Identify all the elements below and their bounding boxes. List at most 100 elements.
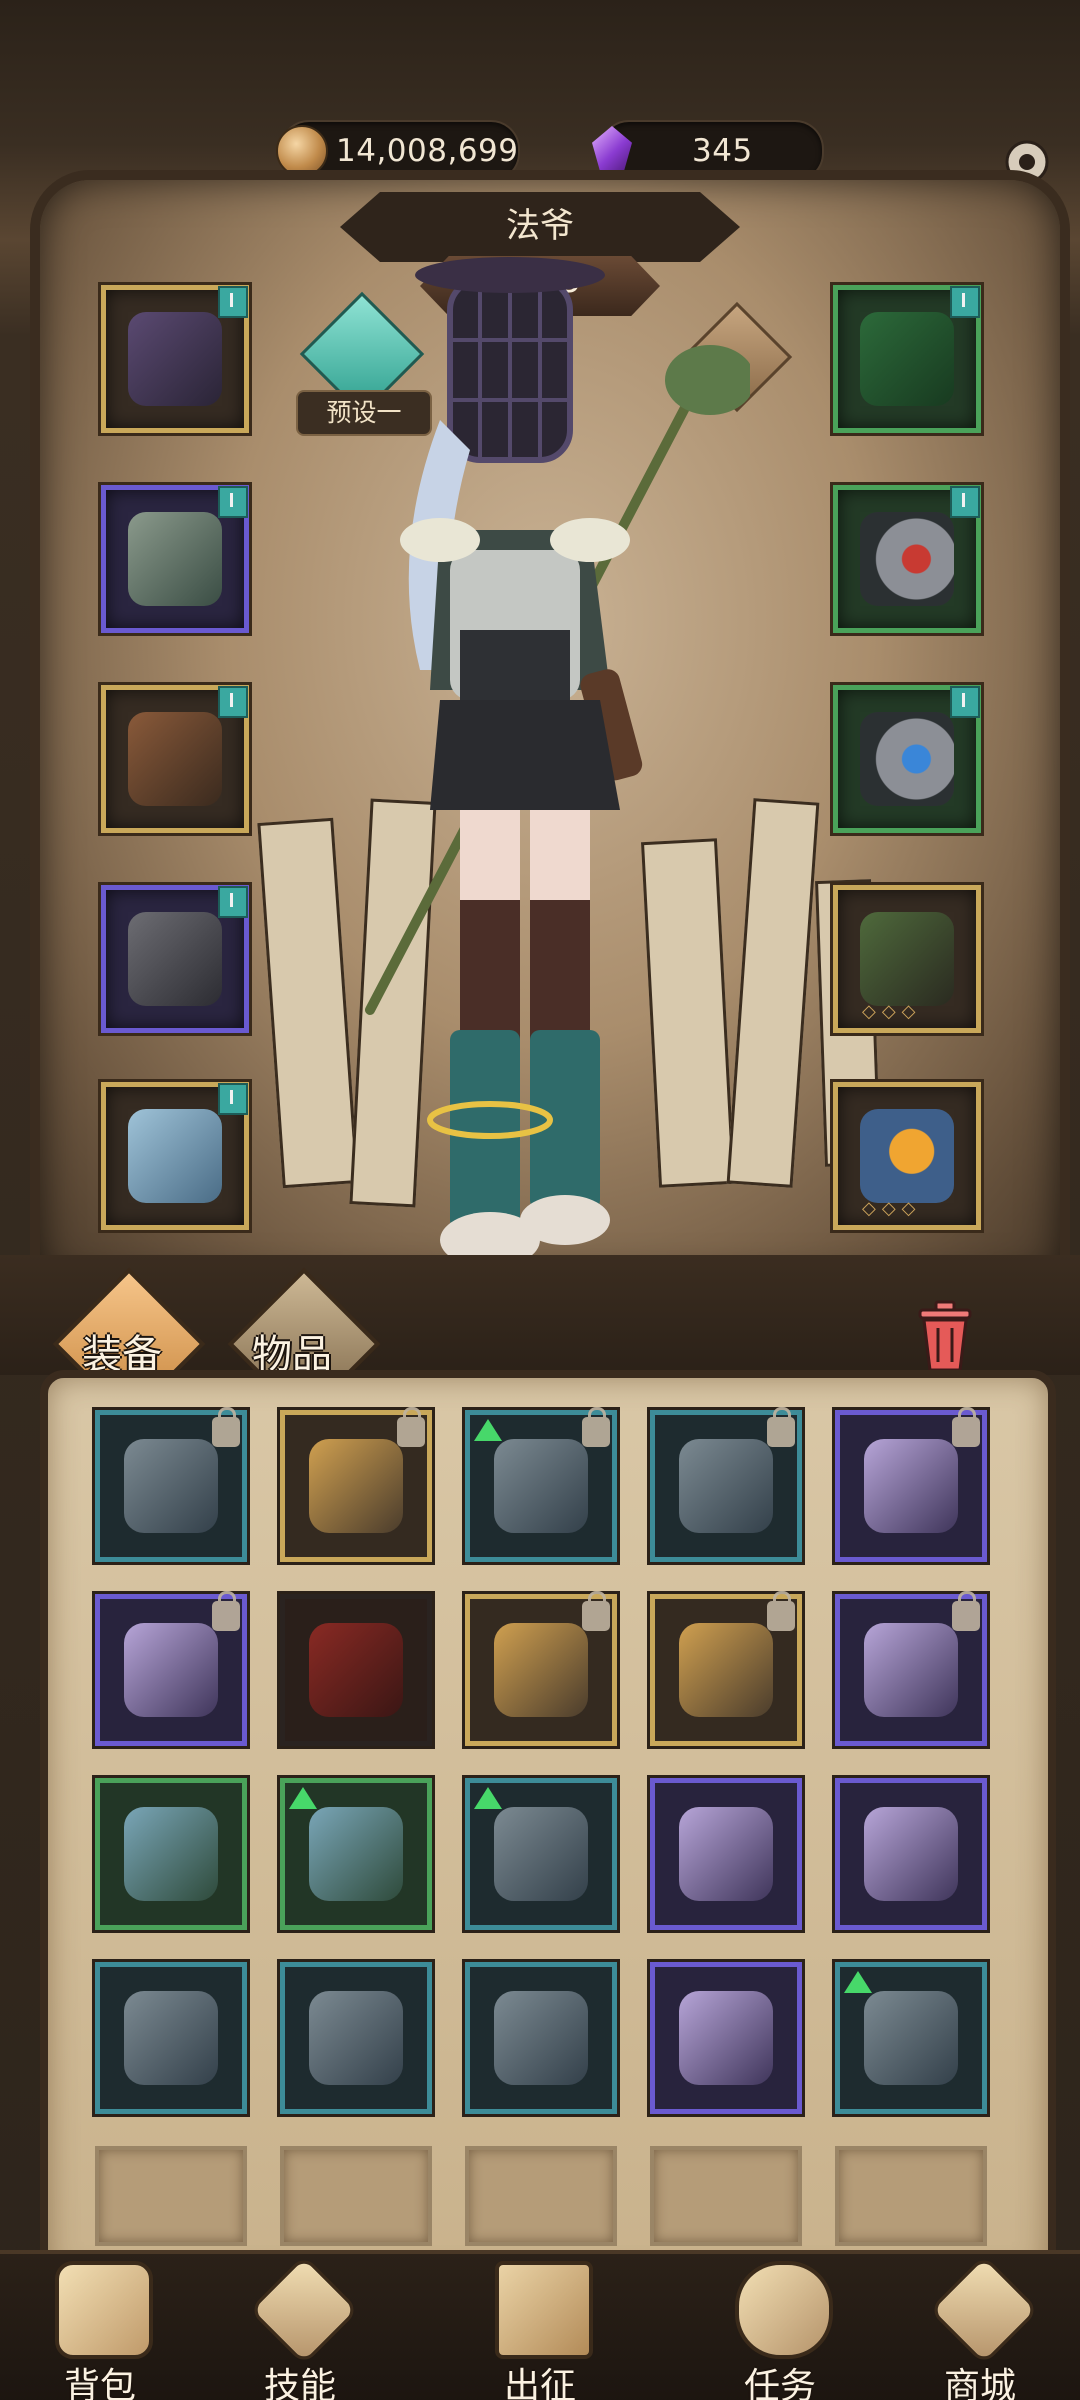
inventory-slot[interactable] bbox=[280, 1778, 432, 1930]
inventory-slot[interactable] bbox=[280, 1594, 432, 1746]
pearl-ring-icon bbox=[494, 1623, 588, 1717]
lock-icon bbox=[952, 1407, 980, 1447]
boots-icon bbox=[494, 1439, 588, 1533]
red-boots-icon bbox=[309, 1623, 403, 1717]
inventory-slot[interactable] bbox=[465, 1778, 617, 1930]
trash-icon[interactable] bbox=[912, 1300, 978, 1372]
worn-boots-icon bbox=[864, 1991, 958, 2085]
nav-skills-label: 技能 bbox=[263, 2366, 336, 2400]
equipped-flag-icon bbox=[218, 886, 248, 918]
staff-weapon-icon bbox=[860, 912, 954, 1006]
nav-shop-label: 商城 bbox=[943, 2366, 1016, 2400]
lock-icon bbox=[582, 1407, 610, 1447]
equip-slot-boots[interactable] bbox=[101, 1082, 249, 1230]
inventory-slot[interactable] bbox=[650, 1407, 802, 1562]
plated-greaves-icon bbox=[309, 1807, 403, 1901]
fur-boots-icon bbox=[128, 1109, 222, 1203]
equip-slot-weapon[interactable]: ◇◇◇ bbox=[833, 885, 981, 1033]
ring-blue-gem-icon bbox=[860, 712, 954, 806]
inventory-slot-empty[interactable] bbox=[650, 2146, 802, 2246]
fang-amulet-icon bbox=[494, 1991, 588, 2085]
inventory-slot[interactable] bbox=[465, 1407, 617, 1562]
lock-icon bbox=[212, 1407, 240, 1447]
nav-bag-label: 背包 bbox=[63, 2366, 136, 2400]
branch-staff-icon bbox=[309, 1991, 403, 2085]
corset-armor-icon bbox=[128, 512, 222, 606]
screen: 14,008,699 345 法爷 2545 预设一 bbox=[0, 0, 1080, 2400]
inventory-slot[interactable] bbox=[835, 1962, 987, 2114]
equipped-flag-icon bbox=[950, 286, 980, 318]
equipped-flag-icon bbox=[218, 1083, 248, 1115]
lock-icon bbox=[397, 1407, 425, 1447]
mirror-amulet-icon bbox=[124, 1807, 218, 1901]
nav-bag[interactable]: 背包 bbox=[10, 2255, 190, 2400]
inventory-slot[interactable] bbox=[280, 1407, 432, 1562]
inventory-slot-empty[interactable] bbox=[835, 2146, 987, 2246]
wolf-helmet-icon bbox=[494, 1807, 588, 1901]
equip-slot-ring-2[interactable] bbox=[833, 685, 981, 833]
rune-ring-icon bbox=[679, 1439, 773, 1533]
lock-icon bbox=[767, 1407, 795, 1447]
nav-skills[interactable]: 技能 bbox=[210, 2254, 390, 2400]
inventory-slot[interactable] bbox=[95, 1407, 247, 1562]
inventory-slot[interactable] bbox=[465, 1962, 617, 2114]
twin-gem-ring-icon bbox=[679, 1807, 773, 1901]
lock-icon bbox=[582, 1591, 610, 1631]
nav-battle-label: 出征 bbox=[503, 2366, 576, 2400]
mace-staff-icon bbox=[679, 1623, 773, 1717]
hero-name: 法爷 bbox=[506, 206, 574, 246]
equip-slot-necklace[interactable] bbox=[833, 285, 981, 433]
lantern-amulet-icon bbox=[864, 1439, 958, 1533]
iron-ring-icon bbox=[124, 1991, 218, 2085]
skill-tablet-icon bbox=[248, 2254, 360, 2366]
equip-slot-armor[interactable] bbox=[101, 485, 249, 633]
inventory-slot[interactable] bbox=[465, 1591, 617, 1746]
inventory-slot[interactable] bbox=[95, 1962, 247, 2114]
inventory-slot[interactable] bbox=[835, 1591, 987, 1746]
equip-slot-pants[interactable] bbox=[101, 885, 249, 1033]
upgrade-arrow-icon bbox=[474, 1787, 502, 1809]
inventory-slot-empty[interactable] bbox=[95, 2146, 247, 2246]
chain-ring-icon bbox=[864, 1807, 958, 1901]
equipped-flag-icon bbox=[218, 686, 248, 718]
tattered-skirt-icon bbox=[128, 912, 222, 1006]
ring-red-gem-icon bbox=[860, 512, 954, 606]
inventory-slot-empty[interactable] bbox=[280, 2146, 432, 2246]
lock-icon bbox=[212, 1591, 240, 1631]
crown-shop-icon bbox=[928, 2254, 1040, 2366]
leather-gauntlets-icon bbox=[128, 712, 222, 806]
equip-slot-offhand[interactable]: ◇◇◇ bbox=[833, 1082, 981, 1230]
inventory-slot[interactable] bbox=[95, 1591, 247, 1746]
inventory-slot[interactable] bbox=[95, 1778, 247, 1930]
nav-quests[interactable]: 任务 bbox=[690, 2255, 870, 2400]
gem-necklace-icon bbox=[860, 312, 954, 406]
equip-slot-helmet[interactable] bbox=[101, 285, 249, 433]
lock-icon bbox=[952, 1591, 980, 1631]
equipped-flag-icon bbox=[218, 486, 248, 518]
inventory-slot[interactable] bbox=[650, 1778, 802, 1930]
gem-icon bbox=[592, 126, 632, 174]
inventory-slot[interactable] bbox=[650, 1591, 802, 1746]
inventory-slot[interactable] bbox=[650, 1962, 802, 2114]
pumpkin-ring-icon bbox=[309, 1439, 403, 1533]
nav-quests-label: 任务 bbox=[743, 2366, 816, 2400]
inventory-slot-empty[interactable] bbox=[465, 2146, 617, 2246]
hero-character bbox=[365, 257, 750, 1268]
wand-icon bbox=[124, 1439, 218, 1533]
equip-slot-gloves[interactable] bbox=[101, 685, 249, 833]
jester-skirt-icon bbox=[124, 1623, 218, 1717]
inventory-slot[interactable] bbox=[835, 1407, 987, 1562]
equipped-flag-icon bbox=[950, 686, 980, 718]
orb-tome-icon bbox=[860, 1109, 954, 1203]
upgrade-arrow-icon bbox=[844, 1971, 872, 1993]
scroll-sword-icon bbox=[495, 2261, 593, 2359]
nav-battle[interactable]: 出征 bbox=[450, 2255, 630, 2400]
equipped-flag-icon bbox=[218, 286, 248, 318]
inventory-slot[interactable] bbox=[835, 1778, 987, 1930]
horn-icon bbox=[735, 2261, 833, 2359]
equip-slot-ring-1[interactable] bbox=[833, 485, 981, 633]
fur-armor-icon bbox=[679, 1991, 773, 2085]
star-diamonds: ◇◇◇ bbox=[862, 1198, 922, 1219]
inventory-slot[interactable] bbox=[280, 1962, 432, 2114]
nav-shop[interactable]: 商城 bbox=[890, 2254, 1070, 2400]
